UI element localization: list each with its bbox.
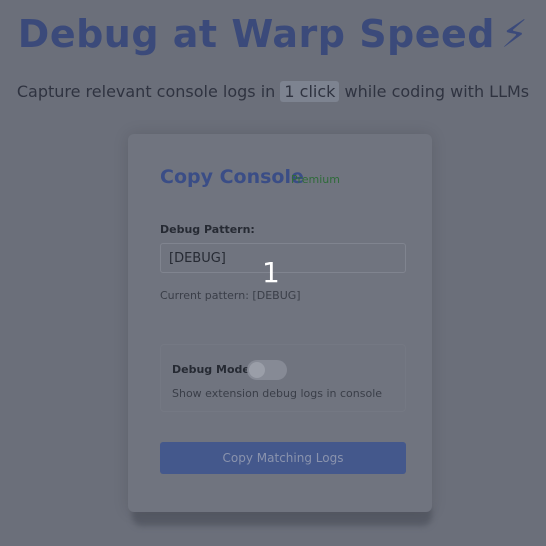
extension-popup: Copy Console Premium Debug Pattern: Curr…	[128, 134, 432, 512]
premium-badge: Premium	[291, 173, 340, 186]
hero-subtitle: Capture relevant console logs in 1 click…	[0, 81, 546, 102]
subtitle-before: Capture relevant console logs in	[16, 82, 276, 101]
debug-pattern-input[interactable]	[160, 243, 406, 273]
hero-title: Debug at Warp Speed ⚡	[0, 12, 546, 56]
popup-title: Copy Console	[160, 166, 304, 188]
hero-title-text: Debug at Warp Speed	[17, 12, 496, 56]
current-pattern-text: Current pattern: [DEBUG]	[160, 289, 301, 302]
lightning-icon: ⚡	[501, 12, 529, 56]
copy-matching-logs-button[interactable]: Copy Matching Logs	[160, 442, 406, 474]
debug-mode-description: Show extension debug logs in console	[172, 387, 383, 400]
debug-mode-toggle[interactable]	[247, 360, 287, 380]
subtitle-highlight: 1 click	[280, 81, 340, 102]
debug-pattern-label: Debug Pattern:	[160, 223, 255, 236]
step-number-marker: 1	[262, 256, 280, 289]
debug-mode-section: Debug Mode Show extension debug logs in …	[160, 344, 406, 412]
debug-mode-label: Debug Mode	[172, 363, 250, 376]
subtitle-after: while coding with LLMs	[344, 82, 530, 101]
toggle-knob	[249, 362, 265, 378]
